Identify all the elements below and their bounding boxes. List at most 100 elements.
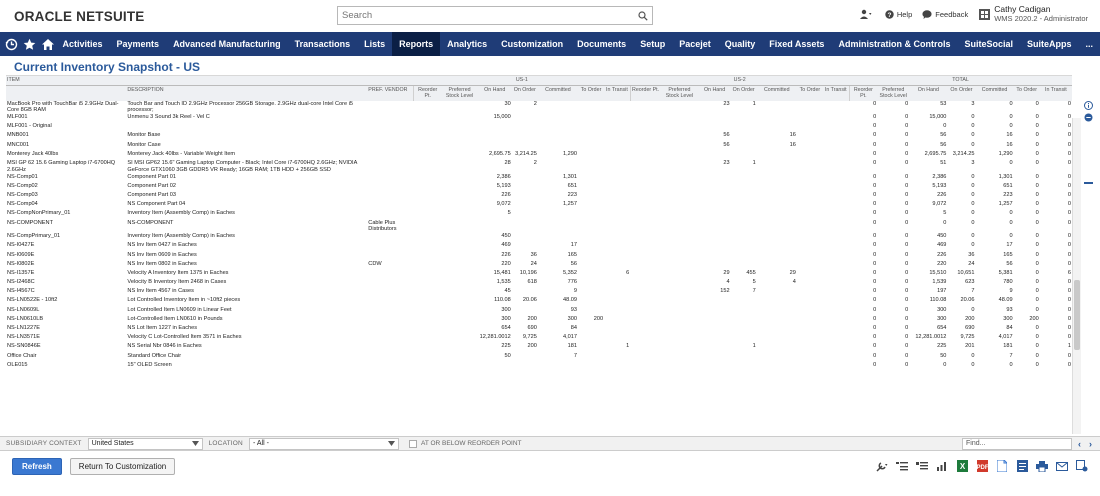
item-header[interactable]: ITEM bbox=[6, 76, 127, 86]
table-row[interactable]: NS-I0802E NS Inv Item 0802 in Eaches CDW 22… bbox=[6, 261, 1072, 270]
item-cell[interactable]: MLF001 bbox=[6, 114, 126, 123]
table-row[interactable]: NS-CompPrimary_01 Inventory Item (Assembl… bbox=[6, 233, 1072, 242]
table-row[interactable]: NS-I1357E Velocity A Inventory Item 1375 … bbox=[6, 270, 1072, 279]
scrollbar-thumb[interactable] bbox=[1074, 280, 1080, 350]
home-icon[interactable] bbox=[41, 32, 56, 56]
table-row[interactable]: MSI GP 62 15.6 Gaming Laptop i7-6700HQ 2… bbox=[6, 160, 1072, 174]
expand-all-icon[interactable] bbox=[916, 460, 928, 472]
schedule-icon[interactable] bbox=[1076, 460, 1088, 472]
item-col-header[interactable] bbox=[6, 85, 127, 101]
collapse-icon[interactable] bbox=[1083, 112, 1093, 122]
recent-records-icon[interactable] bbox=[859, 9, 875, 19]
user-menu[interactable]: Cathy Cadigan WMS 2020.2 - Administrator bbox=[978, 4, 1088, 24]
location-select[interactable]: - All - bbox=[248, 437, 399, 450]
table-row[interactable]: NS-LN1227E NS Lot Item 1227 in Eaches 654 6… bbox=[6, 325, 1072, 334]
table-row[interactable]: NS-LN0522E - 10ft2 Lot Controlled Invento… bbox=[6, 297, 1072, 306]
feedback-link[interactable]: Feedback bbox=[922, 10, 968, 19]
item-cell[interactable]: NS-Comp04 bbox=[6, 201, 126, 210]
table-row[interactable]: NS-LN0610LB Lot-Controlled Item LN0610 in… bbox=[6, 316, 1072, 325]
nav-reports[interactable]: Reports bbox=[392, 32, 441, 56]
us2-preferred-header[interactable]: Preferred Stock Level bbox=[660, 85, 699, 101]
us1-in-transit-header[interactable]: In Transit bbox=[604, 85, 631, 101]
item-cell[interactable]: NS-COMPONENT bbox=[6, 220, 126, 234]
table-row[interactable]: MLF001 Unmenu 3 Sound 3k Reel - Vel C 15,0… bbox=[6, 114, 1072, 123]
item-cell[interactable]: MNC001 bbox=[6, 142, 126, 151]
table-row[interactable]: NS-LN0609L Lot Controlled Item LN0609 in … bbox=[6, 307, 1072, 316]
table-row[interactable]: NS-LN3571E Velocity C Lot-Controlled Item… bbox=[6, 334, 1072, 343]
table-row[interactable]: NS-CompNonPrimary_01 Inventory Item (Asse… bbox=[6, 210, 1072, 219]
item-cell[interactable]: NS-I1357E bbox=[6, 270, 126, 279]
item-cell[interactable]: NS-Comp03 bbox=[6, 192, 126, 201]
export-csv-icon[interactable] bbox=[996, 460, 1008, 472]
item-cell[interactable]: MLF001 - Original bbox=[6, 123, 126, 132]
table-row[interactable]: NS-I2468C Velocity B Inventory Item 2468 … bbox=[6, 279, 1072, 288]
table-row[interactable]: NS-Comp03 Component Part 03 226 223 0 0 226 0 22… bbox=[6, 192, 1072, 201]
item-cell[interactable]: MacBook Pro with TouchBar i5 2.9GHz Dual… bbox=[6, 101, 126, 115]
us1-committed-header[interactable]: Committed bbox=[537, 85, 578, 101]
table-row[interactable]: NS-I0609E NS Inv Item 0609 in Eaches 226 36… bbox=[6, 252, 1072, 261]
item-cell[interactable]: MNB001 bbox=[6, 132, 126, 141]
search-input[interactable] bbox=[338, 7, 634, 24]
nav-pacejet[interactable]: Pacejet bbox=[672, 32, 718, 56]
netsuite-logo[interactable]: ORACLE NETSUITE bbox=[14, 9, 145, 24]
item-cell[interactable]: Office Chair bbox=[6, 353, 126, 362]
item-cell[interactable]: NS-I2468C bbox=[6, 279, 126, 288]
item-cell[interactable]: NS-LN0609L bbox=[6, 307, 126, 316]
nav-suitesocial[interactable]: SuiteSocial bbox=[957, 32, 1020, 56]
nav-activities[interactable]: Activities bbox=[56, 32, 110, 56]
nav-advanced-manufacturing[interactable]: Advanced Manufacturing bbox=[166, 32, 288, 56]
table-row[interactable]: Office Chair Standard Office Chair 50 7 0 0 50… bbox=[6, 353, 1072, 362]
nav-transactions[interactable]: Transactions bbox=[288, 32, 358, 56]
total-preferred-header[interactable]: Preferred Stock Level bbox=[877, 85, 910, 101]
nav-customization[interactable]: Customization bbox=[494, 32, 570, 56]
pref-vendor-header[interactable]: PREF. VENDOR bbox=[367, 85, 414, 101]
prev-page-icon[interactable]: ‹ bbox=[1074, 438, 1085, 450]
us2-reorder-header[interactable]: Reorder Pt. bbox=[629, 85, 661, 101]
nav-lists[interactable]: Lists bbox=[357, 32, 392, 56]
nav-administration-controls[interactable]: Administration & Controls bbox=[831, 32, 957, 56]
nav-analytics[interactable]: Analytics bbox=[440, 32, 494, 56]
table-row[interactable]: NS-I4567C NS Inv Item 4567 in Cases 45 9 152… bbox=[6, 288, 1072, 297]
next-page-icon[interactable]: › bbox=[1085, 438, 1096, 450]
table-row[interactable]: NS-Comp04 NS Component Part 04 9,072 1,257 0… bbox=[6, 201, 1072, 210]
nav-quality[interactable]: Quality bbox=[718, 32, 763, 56]
table-row[interactable]: MacBook Pro with TouchBar i5 2.9GHz Dual… bbox=[6, 101, 1072, 115]
item-cell[interactable]: NS-Comp02 bbox=[6, 183, 126, 192]
export-pdf-icon[interactable]: PDF bbox=[976, 460, 988, 472]
table-row[interactable]: OLE015 15" OLED Screen 0 0 0 0 0 0 0 bbox=[6, 362, 1072, 371]
description-header[interactable]: DESCRIPTION bbox=[126, 85, 368, 101]
info-icon[interactable] bbox=[1083, 100, 1093, 110]
us2-in-transit-header[interactable]: In Transit bbox=[822, 85, 850, 101]
item-cell[interactable]: Monterey Jack 40lbs bbox=[6, 151, 126, 160]
us2-committed-header[interactable]: Committed bbox=[756, 85, 797, 101]
export-excel-icon[interactable]: X bbox=[956, 460, 968, 472]
table-row[interactable]: MNB001 Monitor Base 56 16 0 0 56 0 16 0 0 bbox=[6, 132, 1072, 141]
refresh-button[interactable]: Refresh bbox=[12, 458, 62, 475]
item-cell[interactable]: NS-I0609E bbox=[6, 252, 126, 261]
email-icon[interactable] bbox=[1056, 460, 1068, 472]
us2-to-order-header[interactable]: To Order bbox=[796, 85, 823, 101]
us1-preferred-header[interactable]: Preferred Stock Level bbox=[441, 85, 478, 101]
table-row[interactable]: NS-Comp01 Component Part 01 2,386 1,301 0 0 2,… bbox=[6, 174, 1072, 183]
us2-on-hand-header[interactable]: On Hand bbox=[698, 85, 731, 101]
subsidiary-select[interactable]: United States bbox=[87, 437, 203, 450]
item-cell[interactable]: NS-CompPrimary_01 bbox=[6, 233, 126, 242]
table-row[interactable]: Monterey Jack 40lbs Monterey Jack 40lbs -… bbox=[6, 151, 1072, 160]
total-to-order-header[interactable]: To Order bbox=[1013, 85, 1040, 101]
us1-on-hand-header[interactable]: On Hand bbox=[477, 85, 512, 101]
table-row[interactable]: MLF001 - Original 0 0 0 0 0 0 0 bbox=[6, 123, 1072, 132]
help-link[interactable]: ? Help bbox=[885, 10, 912, 19]
item-cell[interactable]: NS-Comp01 bbox=[6, 174, 126, 183]
nav-suiteapps[interactable]: SuiteApps bbox=[1020, 32, 1079, 56]
table-row[interactable]: NS-SN0846E NS Serial Nbr 0846 in Eaches 22… bbox=[6, 343, 1072, 352]
nav-payments[interactable]: Payments bbox=[110, 32, 167, 56]
item-cell[interactable]: NS-I0802E bbox=[6, 261, 126, 270]
recent-icon[interactable] bbox=[4, 32, 19, 56]
us1-reorder-header[interactable]: Reorder Pt. bbox=[412, 85, 442, 101]
table-row[interactable]: NS-COMPONENT NS-COMPONENT Cable Plus Distr… bbox=[6, 220, 1072, 234]
export-word-icon[interactable] bbox=[1016, 460, 1028, 472]
total-on-hand-header[interactable]: On Hand bbox=[909, 85, 948, 101]
global-search[interactable] bbox=[337, 6, 653, 25]
item-cell[interactable]: NS-I0427E bbox=[6, 242, 126, 251]
item-cell[interactable]: NS-LN1227E bbox=[6, 325, 126, 334]
